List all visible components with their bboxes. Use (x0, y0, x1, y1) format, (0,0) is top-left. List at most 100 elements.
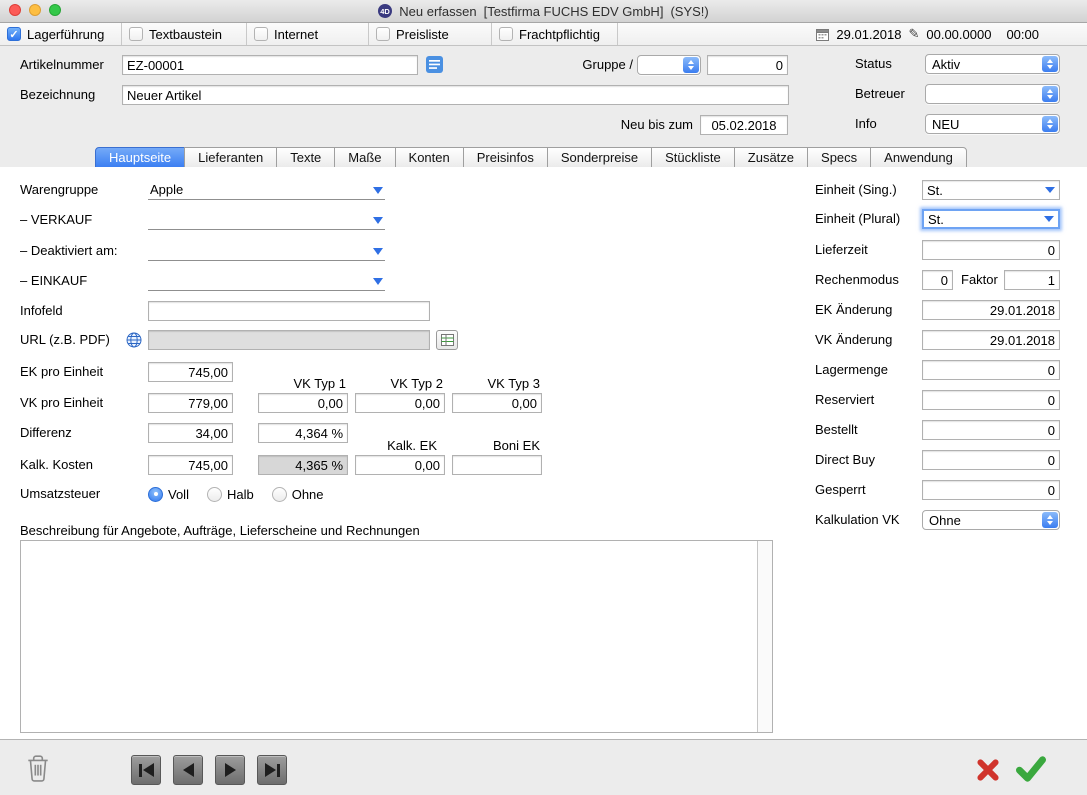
minimize-button[interactable] (29, 4, 41, 16)
differenz-percent-input[interactable] (258, 423, 348, 443)
bestellt-label: Bestellt (815, 420, 858, 440)
kalk-kosten-input[interactable] (148, 455, 233, 475)
umsatzsteuer-radio-group: Voll Halb Ohne (148, 484, 324, 504)
deaktiviert-combo[interactable] (148, 241, 385, 261)
app-window: 4D Neu erfassen [Testfirma FUCHS EDV Gmb… (0, 0, 1087, 795)
checkbox-internet[interactable] (254, 27, 268, 41)
vk-pro-einheit-input[interactable] (148, 393, 233, 413)
deaktiviert-label: – Deaktiviert am: (20, 241, 118, 261)
checkbox-lagerfuehrung[interactable] (7, 27, 21, 41)
last-record-icon (265, 763, 276, 777)
chevron-down-icon (373, 248, 383, 255)
url-input[interactable] (148, 330, 430, 350)
stepper-icon (1042, 56, 1058, 72)
checkbox-frachtpflichtig[interactable] (499, 27, 513, 41)
vk-aenderung-input[interactable] (922, 330, 1060, 350)
betreuer-label: Betreuer (855, 84, 905, 104)
traffic-lights (9, 4, 61, 16)
kalk-kosten-percent-field (258, 455, 348, 475)
warengruppe-value: Apple (148, 182, 373, 199)
delete-button[interactable] (24, 752, 52, 784)
tab-texte[interactable]: Texte (276, 147, 335, 168)
tab-lieferanten[interactable]: Lieferanten (184, 147, 277, 168)
window-title-group: 4D Neu erfassen [Testfirma FUCHS EDV Gmb… (378, 4, 708, 19)
checkbox-preisliste[interactable] (376, 27, 390, 41)
article-list-button[interactable] (426, 56, 443, 73)
direct-buy-input[interactable] (922, 450, 1060, 470)
reserviert-input[interactable] (922, 390, 1060, 410)
nav-next-button[interactable] (215, 755, 245, 785)
kalkulation-vk-popup[interactable]: Ohne (922, 510, 1060, 530)
tab-preisinfos[interactable]: Preisinfos (463, 147, 548, 168)
lieferzeit-input[interactable] (922, 240, 1060, 260)
einheit-plural-value: St. (924, 212, 1044, 227)
lagermenge-input[interactable] (922, 360, 1060, 380)
vertical-scrollbar[interactable] (757, 541, 772, 732)
differenz-label: Differenz (20, 423, 72, 443)
boni-ek-input[interactable] (452, 455, 542, 475)
gesperrt-input[interactable] (922, 480, 1060, 500)
einheit-plural-dropdown[interactable]: St. (922, 209, 1060, 229)
info-popup[interactable]: NEU (925, 114, 1060, 134)
artikelnummer-input[interactable] (122, 55, 418, 75)
calendar-icon[interactable] (816, 28, 829, 41)
url-globe-button[interactable] (126, 332, 142, 348)
tab-specs[interactable]: Specs (807, 147, 871, 168)
tab-hauptseite[interactable]: Hauptseite (95, 147, 185, 168)
ek-pro-einheit-input[interactable] (148, 362, 233, 382)
rechenmodus-input[interactable] (922, 270, 953, 290)
betreuer-popup[interactable] (925, 84, 1060, 104)
checkbox-textbaustein-label: Textbaustein (149, 27, 222, 42)
tab-stueckliste[interactable]: Stückliste (651, 147, 735, 168)
url-table-button[interactable] (436, 330, 458, 350)
nav-previous-button[interactable] (173, 755, 203, 785)
status-popup[interactable]: Aktiv (925, 54, 1060, 74)
beschreibung-label: Beschreibung für Angebote, Aufträge, Lie… (20, 521, 420, 541)
ek-aenderung-input[interactable] (922, 300, 1060, 320)
tab-sonderpreise[interactable]: Sonderpreise (547, 147, 652, 168)
tab-anwendung[interactable]: Anwendung (870, 147, 967, 168)
tab-masse[interactable]: Maße (334, 147, 395, 168)
verkauf-combo[interactable] (148, 210, 385, 230)
radio-ohne[interactable]: Ohne (272, 487, 324, 502)
infofeld-input[interactable] (148, 301, 430, 321)
confirm-button[interactable] (1016, 755, 1046, 783)
tab-konten[interactable]: Konten (395, 147, 464, 168)
first-record-icon (139, 764, 142, 777)
radio-voll-label: Voll (168, 487, 189, 502)
lagermenge-label: Lagermenge (815, 360, 888, 380)
vk-typ1-input[interactable] (258, 393, 348, 413)
einkauf-combo[interactable] (148, 271, 385, 291)
infofeld-label: Infofeld (20, 301, 63, 321)
checkbox-textbaustein[interactable] (129, 27, 143, 41)
radio-icon (272, 487, 287, 502)
cancel-button[interactable] (975, 757, 1001, 783)
bezeichnung-input[interactable] (122, 85, 789, 105)
nav-last-button[interactable] (257, 755, 287, 785)
nav-first-button[interactable] (131, 755, 161, 785)
zoom-button[interactable] (49, 4, 61, 16)
einheit-sing-dropdown[interactable]: St. (922, 180, 1060, 200)
close-button[interactable] (9, 4, 21, 16)
vk-typ2-input[interactable] (355, 393, 445, 413)
neu-bis-input[interactable] (700, 115, 788, 135)
beschreibung-textarea[interactable] (21, 541, 758, 732)
vk-aenderung-label: VK Änderung (815, 330, 892, 350)
bestellt-input[interactable] (922, 420, 1060, 440)
radio-voll[interactable]: Voll (148, 487, 189, 502)
warengruppe-combo[interactable]: Apple (148, 180, 385, 200)
vk-typ3-input[interactable] (452, 393, 542, 413)
gruppe-popup[interactable] (637, 55, 701, 75)
differenz-input[interactable] (148, 423, 233, 443)
gruppe-number-input[interactable] (707, 55, 788, 75)
radio-halb[interactable]: Halb (207, 487, 254, 502)
vk-pro-einheit-label: VK pro Einheit (20, 393, 103, 413)
gesperrt-label: Gesperrt (815, 480, 866, 500)
chevron-down-icon (1044, 216, 1054, 222)
faktor-input[interactable] (1004, 270, 1060, 290)
tab-zusaetze[interactable]: Zusätze (734, 147, 808, 168)
radio-halb-label: Halb (227, 487, 254, 502)
radio-icon (207, 487, 222, 502)
option-toolbar: Lagerführung Textbaustein Internet Preis… (0, 23, 1087, 46)
kalk-ek-input[interactable] (355, 455, 445, 475)
